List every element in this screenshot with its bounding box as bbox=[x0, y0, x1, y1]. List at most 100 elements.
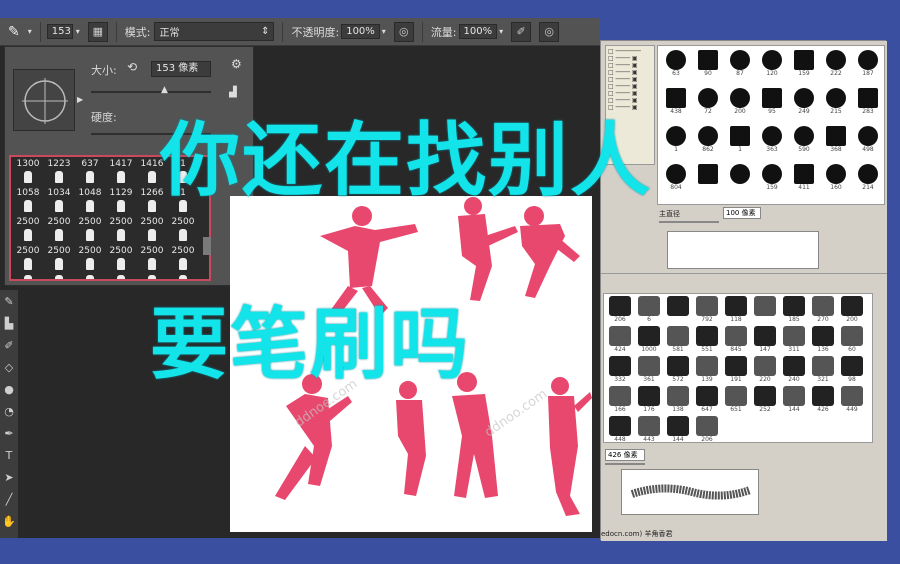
brush-preset-size[interactable]: 1034 bbox=[44, 188, 74, 198]
library-brush-item[interactable]: 240 bbox=[781, 356, 807, 386]
brush-preset-size[interactable]: 1048 bbox=[75, 188, 105, 198]
library-brush-item[interactable]: 185 bbox=[781, 296, 807, 326]
brush-preset-thumbnail[interactable] bbox=[55, 258, 63, 270]
path-select-tool-icon[interactable]: ➤ bbox=[0, 466, 18, 488]
library-brush-item[interactable]: 1 bbox=[662, 126, 690, 158]
brush-preset-thumbnail[interactable] bbox=[86, 275, 94, 279]
brush-preset-thumbnail[interactable] bbox=[86, 171, 94, 183]
opacity-dropdown-icon[interactable]: ▾ bbox=[382, 27, 386, 36]
library-brush-item[interactable]: 147 bbox=[752, 326, 778, 356]
eyedropper-tool-icon[interactable]: ✎ bbox=[0, 290, 18, 312]
library-brush-item[interactable]: 572 bbox=[665, 356, 691, 386]
library-brush-item[interactable]: 804 bbox=[662, 164, 690, 196]
library-brush-item[interactable]: 72 bbox=[694, 88, 722, 120]
brush-preset-thumbnail[interactable] bbox=[55, 171, 63, 183]
tool-dropdown-icon[interactable]: ▾ bbox=[28, 27, 32, 36]
size-field[interactable]: 153 像素 bbox=[151, 61, 211, 77]
library-brush-item[interactable]: 87 bbox=[726, 50, 754, 82]
pressure-opacity-icon[interactable]: ◎ bbox=[393, 21, 414, 42]
library-brush-item[interactable]: 206 bbox=[694, 416, 720, 446]
option-row[interactable]: □ ──── ▣ bbox=[608, 69, 652, 76]
brush-preset-size[interactable]: 2500 bbox=[168, 217, 198, 227]
brush-preset-thumbnail[interactable] bbox=[24, 229, 32, 241]
hand-tool-icon[interactable]: ✋ bbox=[0, 510, 18, 532]
library-brush-item[interactable]: 332 bbox=[607, 356, 633, 386]
brush-preset-thumbnail[interactable] bbox=[117, 258, 125, 270]
brush-preset-size[interactable]: 1223 bbox=[44, 159, 74, 169]
library-brush-item[interactable]: 176 bbox=[636, 386, 662, 416]
presets-scrollbar[interactable] bbox=[203, 237, 211, 255]
library-brush-item[interactable]: 63 bbox=[662, 50, 690, 82]
brush-preset-thumbnail[interactable] bbox=[55, 229, 63, 241]
brush-preset-thumbnail[interactable] bbox=[24, 275, 32, 279]
brush-preset-size[interactable]: 1300 bbox=[13, 159, 43, 169]
brush-preset-size[interactable]: 2500 bbox=[168, 246, 198, 256]
brush-preset-size[interactable]: 2500 bbox=[137, 246, 167, 256]
opacity-field[interactable]: 100% bbox=[341, 24, 380, 39]
brush-preset-thumbnail[interactable] bbox=[179, 275, 187, 279]
library-brush-item[interactable]: 363 bbox=[758, 126, 786, 158]
pressure-size-icon[interactable]: ◎ bbox=[539, 21, 560, 42]
diameter-slider[interactable] bbox=[659, 221, 719, 223]
diameter-field[interactable]: 100 像素 bbox=[723, 207, 761, 219]
library-brush-item[interactable] bbox=[694, 164, 722, 196]
library-brush-item[interactable] bbox=[665, 296, 691, 326]
library-brush-item[interactable] bbox=[726, 164, 754, 196]
brush-preset-thumbnail[interactable] bbox=[117, 171, 125, 183]
reset-size-icon[interactable]: ⟲ bbox=[127, 60, 137, 74]
line-tool-icon[interactable]: ╱ bbox=[0, 488, 18, 510]
size-slider[interactable] bbox=[91, 91, 211, 93]
library-brush-item[interactable]: 138 bbox=[665, 386, 691, 416]
brush-preset-size[interactable]: 637 bbox=[75, 159, 105, 169]
brush-preset-thumbnail[interactable] bbox=[86, 258, 94, 270]
brush-preset-thumbnail[interactable] bbox=[148, 275, 156, 279]
option-row[interactable]: □ ──── ▣ bbox=[608, 83, 652, 90]
brush-preset-thumbnail[interactable] bbox=[179, 229, 187, 241]
brush-preset-size[interactable]: 2500 bbox=[13, 246, 43, 256]
library-brush-item[interactable]: 214 bbox=[854, 164, 882, 196]
library-brush-item[interactable]: 60 bbox=[839, 326, 865, 356]
type-tool-icon[interactable]: T bbox=[0, 444, 18, 466]
brush-preset-thumbnail[interactable] bbox=[117, 229, 125, 241]
library-brush-item[interactable]: 159 bbox=[758, 164, 786, 196]
brush-preset-size[interactable]: 2500 bbox=[13, 217, 43, 227]
library-brush-item[interactable]: 206 bbox=[607, 296, 633, 326]
library-brush-item[interactable]: 249 bbox=[790, 88, 818, 120]
brush-preset-thumbnail[interactable] bbox=[148, 258, 156, 270]
brush-preset-thumbnail[interactable] bbox=[179, 258, 187, 270]
library-brush-item[interactable]: 647 bbox=[694, 386, 720, 416]
library-brush-item[interactable]: 220 bbox=[752, 356, 778, 386]
option-row[interactable]: □ ──── ▣ bbox=[608, 55, 652, 62]
brush-tool-icon[interactable]: ✐ bbox=[0, 334, 18, 356]
library-brush-item[interactable]: 98 bbox=[839, 356, 865, 386]
brush-preset-thumbnail[interactable] bbox=[55, 200, 63, 212]
brush-preset-size[interactable]: 2500 bbox=[44, 217, 74, 227]
gear-icon[interactable]: ⚙ bbox=[231, 57, 242, 71]
library-brush-item[interactable]: 6 bbox=[636, 296, 662, 326]
brush-preset-size[interactable]: 2500 bbox=[75, 246, 105, 256]
flow-field[interactable]: 100% bbox=[458, 24, 498, 39]
dodge-tool-icon[interactable]: ◔ bbox=[0, 400, 18, 422]
pen-tool-icon[interactable]: ✒ bbox=[0, 422, 18, 444]
diameter-field-2[interactable]: 426 像素 bbox=[605, 449, 645, 461]
brush-tool-icon[interactable]: ✎ bbox=[8, 24, 20, 40]
brush-preset-thumbnail[interactable] bbox=[148, 200, 156, 212]
library-brush-item[interactable]: 651 bbox=[723, 386, 749, 416]
library-brush-item[interactable]: 283 bbox=[854, 88, 882, 120]
eraser-tool-icon[interactable]: ◇ bbox=[0, 356, 18, 378]
library-brush-item[interactable]: 222 bbox=[822, 50, 850, 82]
library-brush-item[interactable]: 498 bbox=[854, 126, 882, 158]
library-brush-item[interactable]: 424 bbox=[607, 326, 633, 356]
brush-preset-thumbnail[interactable] bbox=[148, 229, 156, 241]
size-slider-thumb[interactable]: ▲ bbox=[161, 85, 168, 95]
brush-preset-size[interactable]: 2500 bbox=[106, 246, 136, 256]
brush-preset-size[interactable]: 1417 bbox=[106, 159, 136, 169]
stamp-tool-icon[interactable]: ▙ bbox=[0, 312, 18, 334]
brush-preset-size[interactable]: 2500 bbox=[137, 217, 167, 227]
brush-preset-size[interactable]: 1058 bbox=[13, 188, 43, 198]
brush-preset-thumbnail[interactable] bbox=[117, 200, 125, 212]
library-brush-item[interactable]: 411 bbox=[790, 164, 818, 196]
option-row[interactable]: □ ──── ▣ bbox=[608, 62, 652, 69]
library-brush-item[interactable]: 590 bbox=[790, 126, 818, 158]
library-brush-item[interactable]: 792 bbox=[694, 296, 720, 326]
